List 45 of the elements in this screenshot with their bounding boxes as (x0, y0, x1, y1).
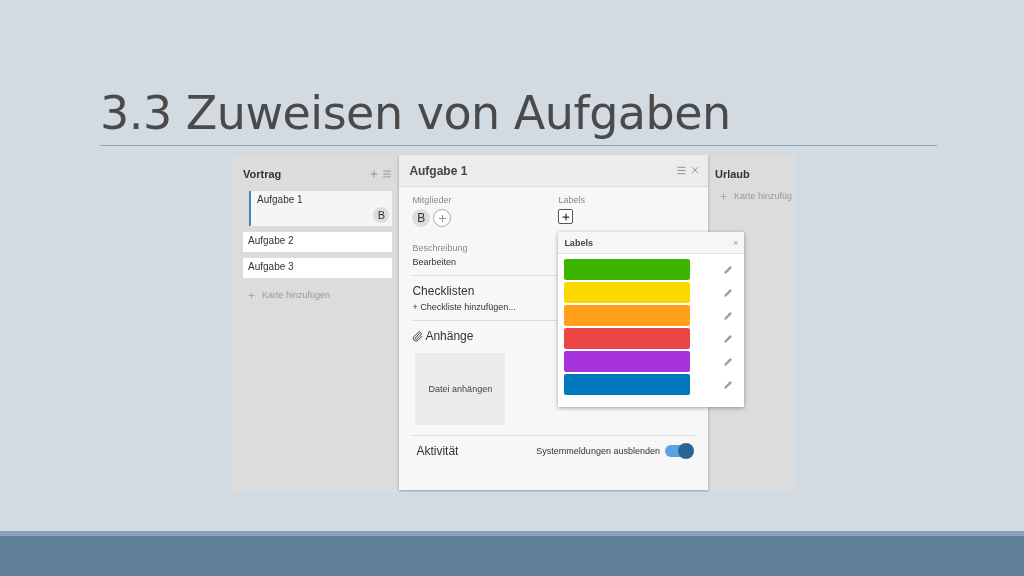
card-title: Aufgabe 2 (248, 235, 295, 246)
activity-heading: Aktivität (416, 444, 459, 458)
checklists-heading: Checklisten (412, 284, 475, 298)
card-title: Aufgabe 1 (257, 194, 304, 205)
attach-file-button[interactable]: Datei anhängen (415, 353, 506, 425)
toggle-label: Systemmeldungen ausblenden (536, 446, 660, 456)
close-icon[interactable] (689, 165, 700, 175)
task-card[interactable]: Aufgabe 1 B (249, 191, 393, 226)
members-label: Mitglieder (412, 195, 453, 205)
pencil-icon[interactable] (724, 311, 733, 320)
slide-title: 3.3 Zuweisen von Aufgaben (100, 86, 732, 140)
card-title: Aufgabe 3 (248, 261, 295, 272)
label-swatch[interactable] (564, 328, 691, 349)
label-swatch[interactable] (564, 305, 691, 326)
toggle-switch[interactable] (664, 445, 693, 457)
add-member-button[interactable] (433, 209, 452, 227)
add-label-button[interactable] (558, 209, 574, 224)
paperclip-icon (412, 330, 424, 342)
pencil-icon[interactable] (724, 288, 733, 297)
attachments-heading: Anhänge (425, 329, 474, 343)
list-title: Vortrag (243, 168, 282, 180)
card-detail-title: Aufgabe 1 (409, 163, 468, 178)
pencil-icon[interactable] (724, 380, 733, 389)
label-swatch[interactable] (564, 351, 691, 372)
task-card[interactable]: Aufgabe 2 (243, 232, 393, 252)
pencil-icon[interactable] (724, 357, 733, 366)
plus-icon (247, 290, 256, 300)
member-avatar[interactable]: B (412, 209, 431, 227)
pencil-icon[interactable] (724, 334, 733, 343)
plus-icon (560, 211, 571, 222)
labels-label: Labels (558, 195, 585, 205)
label-swatch[interactable] (564, 282, 691, 303)
plus-icon (718, 191, 728, 201)
add-icon[interactable] (369, 169, 380, 179)
menu-icon[interactable] (675, 165, 687, 176)
popup-title: Labels (564, 237, 593, 248)
label-swatch[interactable] (564, 374, 691, 395)
task-card[interactable]: Aufgabe 3 (243, 258, 393, 278)
label-swatch[interactable] (564, 259, 691, 280)
list-title: Urlaub (714, 168, 750, 180)
member-avatar: B (373, 207, 390, 223)
description-label: Beschreibung (412, 243, 469, 253)
menu-icon[interactable] (382, 169, 393, 179)
plus-icon (436, 212, 448, 224)
pencil-icon[interactable] (724, 265, 733, 274)
